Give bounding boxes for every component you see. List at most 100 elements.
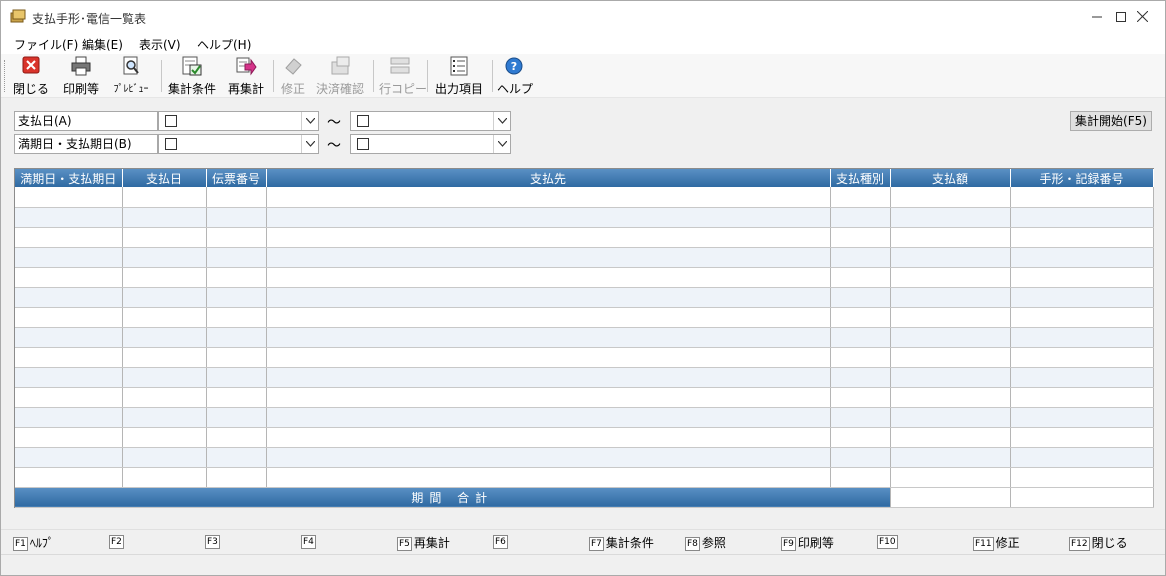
table-cell[interactable]: [890, 207, 1011, 228]
table-cell[interactable]: [15, 467, 123, 488]
table-row[interactable]: [15, 447, 1154, 468]
table-cell[interactable]: [206, 427, 267, 448]
table-row[interactable]: [15, 247, 1154, 268]
table-cell[interactable]: [15, 427, 123, 448]
table-row[interactable]: [15, 187, 1154, 208]
table-cell[interactable]: [1010, 387, 1154, 408]
table-cell[interactable]: [122, 287, 207, 308]
table-row[interactable]: [15, 227, 1154, 248]
table-cell[interactable]: [15, 267, 123, 288]
table-cell[interactable]: [890, 187, 1011, 208]
table-cell[interactable]: [15, 247, 123, 268]
col-payee[interactable]: 支払先: [266, 169, 831, 187]
col-voucher-no[interactable]: 伝票番号: [206, 169, 267, 187]
table-cell[interactable]: [1010, 307, 1154, 328]
table-cell[interactable]: [15, 447, 123, 468]
table-cell[interactable]: [122, 407, 207, 428]
conditions-button[interactable]: 集計条件: [167, 56, 217, 96]
table-cell[interactable]: [266, 407, 831, 428]
table-cell[interactable]: [266, 247, 831, 268]
table-cell[interactable]: [15, 347, 123, 368]
close-button[interactable]: 閉じる: [13, 56, 49, 96]
menu-help[interactable]: ヘルプ(H): [197, 36, 251, 53]
help-button[interactable]: ? ヘルプ: [497, 56, 533, 96]
menu-view[interactable]: 表示(V): [139, 36, 181, 53]
table-cell[interactable]: [266, 387, 831, 408]
fkey-f6[interactable]: F6: [493, 534, 510, 550]
table-cell[interactable]: [890, 407, 1011, 428]
fkey-f11[interactable]: F11 修正: [973, 534, 1020, 551]
table-row[interactable]: [15, 267, 1154, 288]
table-row[interactable]: [15, 307, 1154, 328]
fkey-f3[interactable]: F3: [205, 534, 222, 550]
table-cell[interactable]: [890, 467, 1011, 488]
table-cell[interactable]: [1010, 287, 1154, 308]
table-cell[interactable]: [206, 387, 267, 408]
table-cell[interactable]: [1010, 347, 1154, 368]
table-row[interactable]: [15, 327, 1154, 348]
table-cell[interactable]: [15, 287, 123, 308]
table-row[interactable]: [15, 407, 1154, 428]
col-payment-date[interactable]: 支払日: [122, 169, 207, 187]
table-cell[interactable]: [1010, 467, 1154, 488]
table-cell[interactable]: [1010, 367, 1154, 388]
table-cell[interactable]: [1010, 227, 1154, 248]
due-date-to-checkbox[interactable]: [357, 138, 369, 150]
table-cell[interactable]: [206, 347, 267, 368]
table-cell[interactable]: [122, 347, 207, 368]
fkey-f8[interactable]: F8 参照: [685, 534, 726, 551]
table-row[interactable]: [15, 467, 1154, 488]
table-cell[interactable]: [266, 227, 831, 248]
table-cell[interactable]: [1010, 327, 1154, 348]
table-cell[interactable]: [122, 467, 207, 488]
table-row[interactable]: [15, 207, 1154, 228]
table-cell[interactable]: [830, 367, 891, 388]
table-cell[interactable]: [122, 367, 207, 388]
table-cell[interactable]: [266, 267, 831, 288]
table-cell[interactable]: [206, 287, 267, 308]
table-cell[interactable]: [206, 467, 267, 488]
table-cell[interactable]: [15, 387, 123, 408]
fkey-f5[interactable]: F5 再集計: [397, 534, 450, 551]
table-cell[interactable]: [890, 247, 1011, 268]
table-cell[interactable]: [266, 467, 831, 488]
table-cell[interactable]: [15, 407, 123, 428]
table-cell[interactable]: [206, 227, 267, 248]
table-row[interactable]: [15, 287, 1154, 308]
due-date-to-combo[interactable]: [350, 134, 511, 154]
table-cell[interactable]: [266, 327, 831, 348]
table-cell[interactable]: [890, 267, 1011, 288]
table-cell[interactable]: [266, 307, 831, 328]
table-cell[interactable]: [266, 207, 831, 228]
payment-date-from-checkbox[interactable]: [165, 115, 177, 127]
table-cell[interactable]: [1010, 407, 1154, 428]
table-cell[interactable]: [1010, 447, 1154, 468]
table-cell[interactable]: [206, 447, 267, 468]
table-cell[interactable]: [266, 447, 831, 468]
col-due-date[interactable]: 満期日・支払期日: [15, 169, 123, 187]
table-row[interactable]: [15, 347, 1154, 368]
rowcopy-button[interactable]: 行コピー: [379, 56, 427, 96]
table-row[interactable]: [15, 427, 1154, 448]
table-cell[interactable]: [1010, 207, 1154, 228]
col-amount[interactable]: 支払額: [890, 169, 1011, 187]
table-cell[interactable]: [15, 207, 123, 228]
table-cell[interactable]: [266, 367, 831, 388]
table-cell[interactable]: [206, 267, 267, 288]
close-window-button[interactable]: [1119, 1, 1165, 32]
fkey-f9[interactable]: F9 印刷等: [781, 534, 834, 551]
table-cell[interactable]: [1010, 427, 1154, 448]
table-row[interactable]: [15, 387, 1154, 408]
table-cell[interactable]: [830, 387, 891, 408]
output-items-button[interactable]: 出力項目: [433, 56, 485, 96]
col-payment-type[interactable]: 支払種別: [830, 169, 891, 187]
table-cell[interactable]: [122, 307, 207, 328]
menu-file[interactable]: ファイル(F): [14, 36, 78, 53]
chevron-down-icon[interactable]: [493, 112, 510, 130]
fkey-f1[interactable]: F1 ﾍﾙﾌﾟ: [13, 534, 54, 551]
payment-date-from-combo[interactable]: [158, 111, 319, 131]
fkey-f10[interactable]: F10: [877, 534, 900, 550]
table-cell[interactable]: [266, 427, 831, 448]
table-cell[interactable]: [15, 187, 123, 208]
due-date-from-checkbox[interactable]: [165, 138, 177, 150]
